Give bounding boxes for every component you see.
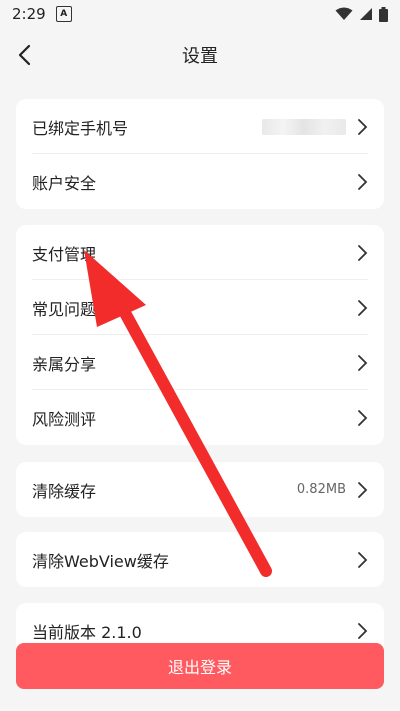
settings-item-account-security[interactable]: 账户安全 — [16, 154, 384, 209]
chevron-right-icon — [358, 409, 368, 426]
back-icon[interactable] — [12, 41, 40, 69]
item-label: 清除WebView缓存 — [32, 551, 169, 571]
account-card: 已绑定手机号 账户安全 — [16, 99, 384, 209]
settings-item-faq[interactable]: 常见问题 — [16, 280, 384, 335]
notification-icon: A — [55, 6, 72, 22]
chevron-right-icon — [358, 551, 368, 568]
item-label: 当前版本 2.1.0 — [32, 622, 142, 642]
nav-bar: 设置 — [0, 28, 400, 82]
status-left: 2:29 A — [12, 5, 72, 23]
logout-label: 退出登录 — [167, 658, 232, 677]
chevron-right-icon — [358, 299, 368, 316]
item-label: 风险测评 — [32, 409, 97, 429]
chevron-right-icon — [358, 622, 368, 639]
battery-icon — [379, 6, 388, 22]
settings-item-clear-webview-cache[interactable]: 清除WebView缓存 — [16, 532, 384, 587]
settings-item-risk-assessment[interactable]: 风险测评 — [16, 390, 384, 445]
chevron-right-icon — [358, 173, 368, 190]
status-bar: 2:29 A — [0, 0, 400, 28]
settings-item-family-share[interactable]: 亲属分享 — [16, 335, 384, 390]
settings-item-clear-cache[interactable]: 清除缓存 0.82MB — [16, 462, 384, 517]
chevron-right-icon — [358, 118, 368, 135]
chevron-right-icon — [358, 354, 368, 371]
item-label: 已绑定手机号 — [32, 118, 129, 138]
item-label: 常见问题 — [32, 299, 97, 319]
page-title: 设置 — [182, 46, 218, 67]
item-label: 账户安全 — [32, 173, 97, 193]
logout-button[interactable]: 退出登录 — [16, 643, 384, 689]
settings-item-payment[interactable]: 支付管理 — [16, 225, 384, 280]
notification-letter: A — [60, 9, 68, 19]
item-label: 亲属分享 — [32, 354, 97, 374]
settings-item-phone[interactable]: 已绑定手机号 — [16, 99, 384, 154]
cache-size: 0.82MB — [296, 482, 346, 497]
status-right — [335, 6, 388, 22]
item-label: 支付管理 — [32, 244, 97, 264]
webview-card: 清除WebView缓存 — [16, 532, 384, 587]
chevron-right-icon — [358, 481, 368, 498]
signal-icon — [360, 8, 372, 20]
masked-phone-number — [262, 118, 346, 135]
item-label: 清除缓存 — [32, 481, 97, 501]
status-time: 2:29 — [12, 5, 46, 23]
cache-card: 清除缓存 0.82MB — [16, 462, 384, 517]
general-card: 支付管理 常见问题 亲属分享 风险测评 — [16, 225, 384, 445]
chevron-right-icon — [358, 244, 368, 261]
wifi-icon — [335, 7, 353, 20]
